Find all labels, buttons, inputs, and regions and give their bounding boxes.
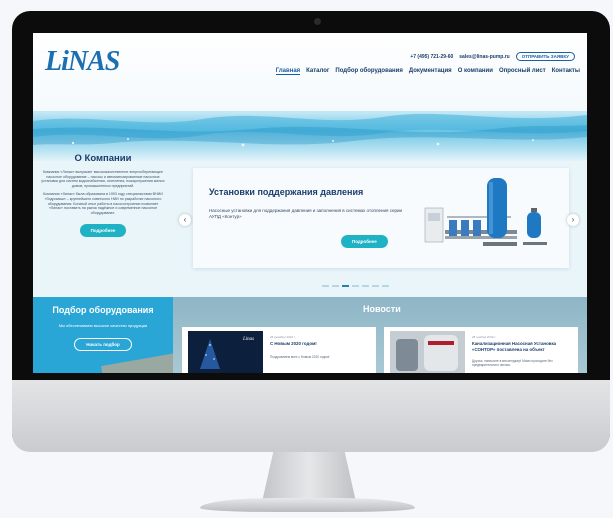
news-section: Новости Linas 25 декабря 2019 г. С Новым… (173, 297, 587, 373)
about-text-2: Компания «Линас» была образована в 1993 … (43, 192, 163, 215)
slider-dot[interactable] (372, 285, 379, 287)
about-more-button[interactable]: Подробнее (79, 224, 127, 238)
email-link[interactable]: sales@linas-pump.ru (459, 54, 509, 60)
monitor-stand (262, 452, 356, 502)
slider-prev-arrow[interactable]: ‹ (179, 214, 191, 226)
news-title: Новости (363, 304, 401, 314)
slider-dot-active[interactable] (342, 285, 349, 287)
slide-description: Насосные установки для поддержания давле… (209, 208, 403, 219)
selection-subtitle: Мы обеспечиваем высокое качество продукц… (58, 323, 148, 328)
website-screen: LiNAS +7 (495) 721-29-60 sales@linas-pum… (33, 33, 587, 373)
slider-dots (322, 285, 389, 287)
slider-dot[interactable] (362, 285, 369, 287)
phone-link[interactable]: +7 (495) 721-29-60 (410, 54, 453, 60)
slider-dot[interactable] (322, 285, 329, 287)
about-panel: О Компании Компания «Линас» выпускает вы… (33, 145, 173, 297)
news-date: 25 декабря 2019 г. (270, 335, 296, 339)
webcam-icon (314, 18, 321, 25)
selection-panel: Подбор оборудования Мы обеспечиваем высо… (33, 297, 185, 373)
news-excerpt: Поздравляем всех с Новым 2020 годом! (270, 355, 330, 359)
slider-next-arrow[interactable]: › (567, 214, 579, 226)
site-header: LiNAS +7 (495) 721-29-60 sales@linas-pum… (33, 33, 587, 111)
nav-item-documentation[interactable]: Документация (409, 68, 452, 75)
news-date: 28 ноября 2019 г. (472, 335, 496, 339)
monitor-base (200, 498, 415, 512)
news-headline[interactable]: С Новым 2020 годом! (270, 341, 372, 347)
slide-title: Установки поддержания давления (209, 187, 364, 197)
slider-dot[interactable] (352, 285, 359, 287)
nav-item-contacts[interactable]: Контакты (552, 68, 580, 75)
nav-item-home[interactable]: Главная (275, 68, 301, 75)
pump-station-image (424, 178, 547, 246)
nav-item-selection[interactable]: Подбор оборудования (335, 68, 402, 75)
selection-title: Подбор оборудования (52, 305, 154, 315)
slider-dot[interactable] (332, 285, 339, 287)
news-card[interactable]: Linas 25 декабря 2019 г. С Новым 2020 го… (182, 327, 376, 373)
send-request-button[interactable]: ОТПРАВИТЬ ЗАЯВКУ (515, 52, 575, 61)
news-image-logo: Linas (242, 337, 254, 342)
nav-item-questionnaire[interactable]: Опросный лист (499, 68, 546, 75)
about-title: О Компании (74, 153, 132, 164)
site-logo[interactable]: LiNAS (45, 46, 120, 78)
slider-dot[interactable] (382, 285, 389, 287)
nav-item-about[interactable]: О компании (458, 68, 493, 75)
nav-item-catalog[interactable]: Каталог (306, 68, 329, 75)
new-year-image: Linas (188, 331, 263, 373)
main-nav: Главная Каталог Подбор оборудования Доку… (275, 68, 580, 75)
monitor-chin (12, 380, 610, 452)
start-selection-button[interactable]: Начать подбор (74, 338, 132, 351)
news-card[interactable]: 28 ноября 2019 г. Канализационная Насосн… (384, 327, 578, 373)
about-text-1: Компания «Линас» выпускает высококачеств… (41, 170, 165, 188)
news-excerpt: Друзья, напишите в мессенджер! Мимо прох… (472, 359, 553, 367)
slide-more-button[interactable]: Подробнее (341, 235, 388, 248)
news-headline[interactable]: Канализационная Насосная Установка «СОНТ… (472, 341, 574, 352)
pump-equipment-image (390, 331, 465, 373)
hero-slider: Установки поддержания давления Насосные … (193, 168, 569, 268)
header-contacts: +7 (495) 721-29-60 sales@linas-pump.ru О… (410, 52, 575, 61)
